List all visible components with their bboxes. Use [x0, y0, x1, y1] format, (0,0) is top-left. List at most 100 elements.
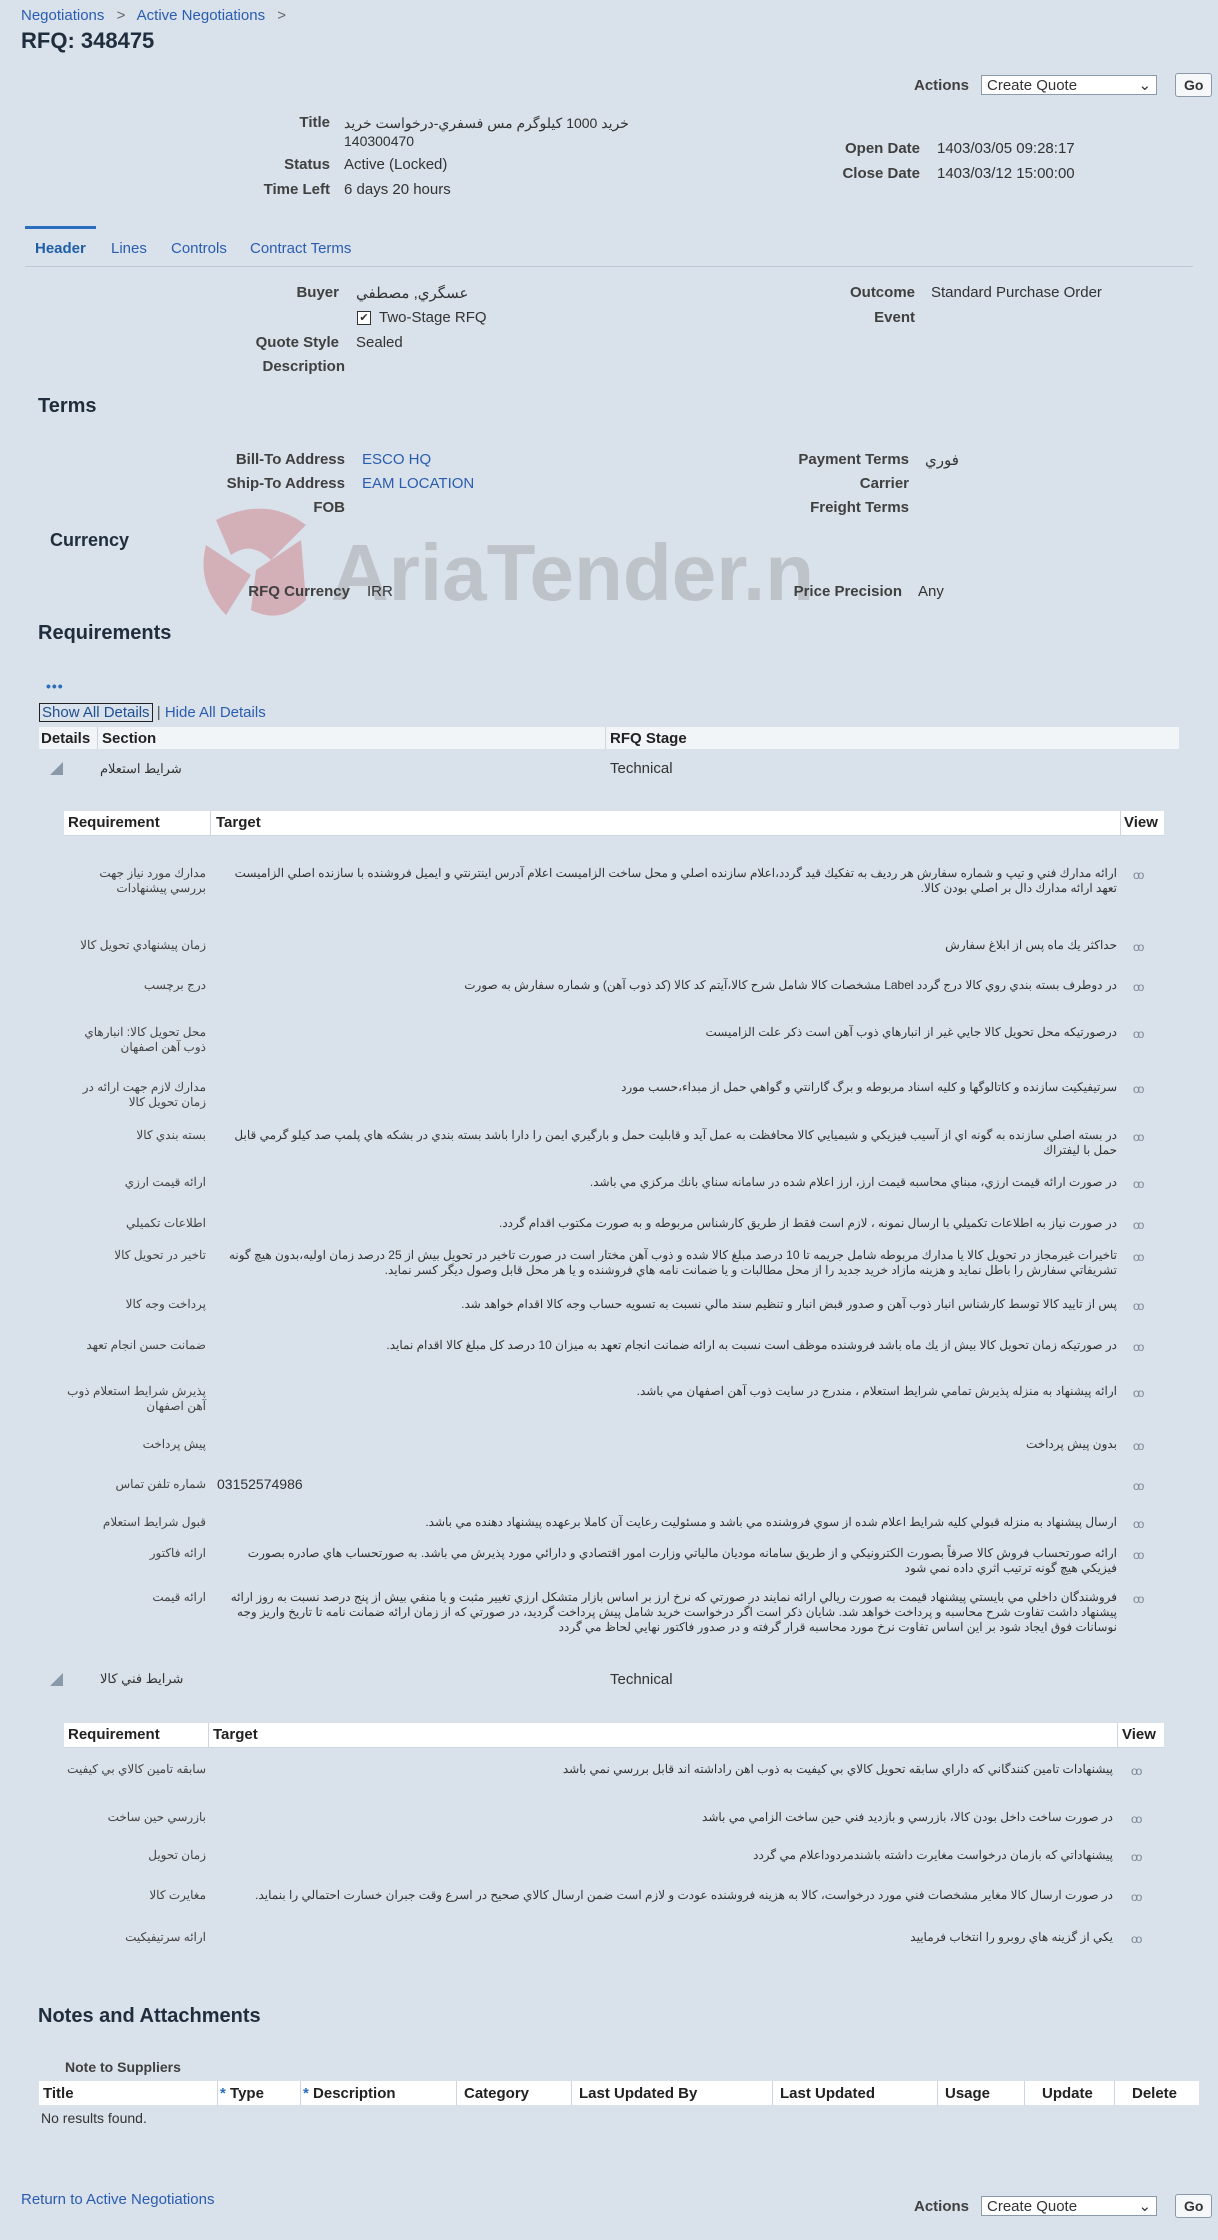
payment-terms-value: فوري — [925, 452, 959, 469]
requirement-name: پرداخت وجه كالا — [125, 1297, 206, 1311]
view-icon[interactable]: oo — [1133, 1250, 1144, 1264]
close-date-value: 1403/03/12 15:00:00 — [937, 165, 1075, 182]
col-type: * Type — [220, 2085, 264, 2102]
requirement-target: بدون پيش پرداخت — [1025, 1437, 1117, 1451]
requirement-target: تاخيرات غيرمجاز در تحويل كالا يا مدارك م… — [228, 1248, 1117, 1277]
view-icon[interactable]: oo — [1131, 1890, 1142, 1904]
tab-lines[interactable]: Lines — [111, 240, 147, 257]
rfq-currency-label: RFQ Currency — [248, 583, 350, 600]
view-icon[interactable]: oo — [1133, 1130, 1144, 1144]
requirement-target: يكي از گزينه هاي روبرو را انتخاب فرماييد — [910, 1930, 1113, 1944]
col-divider — [1024, 2081, 1025, 2105]
col-divider — [210, 811, 211, 835]
no-results-text: No results found. — [41, 2110, 147, 2126]
status-label: Status — [284, 156, 330, 173]
col-divider — [772, 2081, 773, 2105]
requirements-heading: Requirements — [38, 622, 172, 644]
actions-select-value: Create Quote — [987, 76, 1078, 94]
quote-style-value: Sealed — [356, 334, 403, 351]
quote-style-label: Quote Style — [255, 334, 339, 351]
col-divider — [1117, 1723, 1118, 1747]
hide-all-details-link[interactable]: Hide All Details — [165, 704, 266, 721]
view-icon[interactable]: oo — [1133, 980, 1144, 994]
breadcrumb-separator: > — [277, 7, 287, 24]
view-icon[interactable]: oo — [1133, 1439, 1144, 1453]
go-button[interactable]: Go — [1175, 2194, 1213, 2218]
breadcrumb-active-negotiations-link[interactable]: Active Negotiations — [137, 7, 265, 24]
tab-bar: Header Lines Controls Contract Terms — [25, 226, 1193, 267]
details-separator: | — [156, 704, 161, 721]
actions-select[interactable]: Create Quote ⌄ — [981, 2196, 1158, 2216]
breadcrumb-negotiations-link[interactable]: Negotiations — [21, 7, 104, 24]
tab-header[interactable]: Header — [35, 240, 86, 257]
view-icon[interactable]: oo — [1131, 1932, 1142, 1946]
view-icon[interactable]: oo — [1133, 1299, 1144, 1313]
col-description: * Description — [303, 2085, 396, 2102]
tab-contract-terms[interactable]: Contract Terms — [250, 240, 351, 257]
requirement-target: در دوطرف بسته بندي روي كالا درج گردد Lab… — [464, 978, 1117, 992]
return-to-active-negotiations-link[interactable]: Return to Active Negotiations — [21, 2191, 214, 2208]
requirement-target: درصورتيكه محل تحويل كالا جايي غير از انب… — [705, 1025, 1117, 1039]
two-stage-rfq: ✔ Two-Stage RFQ — [357, 309, 487, 326]
view-icon[interactable]: oo — [1133, 1386, 1144, 1400]
actions-label: Actions — [914, 2197, 970, 2215]
view-icon[interactable]: oo — [1133, 1218, 1144, 1232]
page-title: RFQ: 348475 — [21, 28, 155, 53]
col-divider — [605, 727, 606, 749]
view-icon[interactable]: oo — [1133, 1082, 1144, 1096]
event-label: Event — [874, 309, 915, 326]
ship-to-label: Ship-To Address — [226, 475, 345, 492]
two-stage-checkbox[interactable]: ✔ — [357, 310, 371, 325]
requirement-target: در بسته اصلي سازنده به گونه اي از آسيب ف… — [234, 1128, 1117, 1157]
watermark-logo-icon: AriaTender.neT — [203, 508, 908, 617]
view-icon[interactable]: oo — [1133, 1340, 1144, 1354]
requirement-target: ارائه صورتحساب فروش كالا صرفاً بصورت الك… — [247, 1546, 1117, 1575]
requirement-name: زمان تحويل — [148, 1848, 206, 1862]
view-icon[interactable]: oo — [1133, 1548, 1144, 1562]
requirement-target: حداكثر يك ماه پس از ابلاغ سفارش — [945, 938, 1117, 952]
col-divider — [208, 1723, 209, 1747]
tab-controls[interactable]: Controls — [171, 240, 227, 257]
requirement-name: ضمانت حسن انجام تعهد — [86, 1338, 206, 1352]
watermark: AriaTender.neT — [196, 500, 908, 640]
ship-to-link[interactable]: EAM LOCATION — [362, 475, 474, 492]
view-icon[interactable]: oo — [1133, 1027, 1144, 1041]
more-options-icon[interactable]: ••• — [46, 678, 64, 694]
description-label: Description — [262, 358, 345, 375]
title-value-line2: 140300470 — [344, 133, 415, 149]
col-view: View — [1122, 1726, 1156, 1743]
requirement-name: قبول شرايط استعلام — [102, 1515, 206, 1529]
buyer-value: عسگري, مصطفي — [356, 285, 469, 302]
requirement-name: درج برچسب — [143, 978, 206, 992]
col-usage: Usage — [945, 2085, 991, 2102]
requirement-name: بازرسي حين ساخت — [107, 1810, 206, 1824]
view-icon[interactable]: oo — [1133, 1517, 1144, 1531]
view-icon[interactable]: oo — [1131, 1850, 1142, 1864]
view-icon[interactable]: oo — [1133, 1592, 1144, 1606]
col-divider — [1120, 811, 1121, 835]
view-icon[interactable]: oo — [1131, 1764, 1142, 1778]
collapse-section-1-icon[interactable] — [50, 762, 63, 775]
show-all-details-link[interactable]: Show All Details — [39, 703, 153, 722]
requirement-name: تاخير در تحويل كالا — [114, 1248, 206, 1262]
view-icon[interactable]: oo — [1133, 1479, 1144, 1493]
col-view: View — [1124, 814, 1158, 831]
bill-to-link[interactable]: ESCO HQ — [362, 451, 431, 468]
price-precision-value: Any — [918, 583, 944, 600]
actions-select[interactable]: Create Quote ⌄ — [981, 75, 1158, 95]
col-divider — [300, 2081, 301, 2105]
col-divider — [1114, 2081, 1115, 2105]
go-button[interactable]: Go — [1175, 73, 1213, 97]
requirement-name: اطلاعات تكميلي — [126, 1216, 206, 1230]
two-stage-label: Two-Stage RFQ — [379, 309, 487, 326]
attachments-table-header: Title * Type * Description Category Last… — [39, 2081, 1199, 2105]
view-icon[interactable]: oo — [1133, 1177, 1144, 1191]
collapse-section-2-icon[interactable] — [50, 1673, 63, 1686]
col-title: Title — [43, 2085, 74, 2102]
details-toggle: Show All Details | Hide All Details — [39, 703, 266, 722]
view-icon[interactable]: oo — [1131, 1812, 1142, 1826]
view-icon[interactable]: oo — [1133, 868, 1144, 882]
col-divider — [97, 727, 98, 749]
section-1-subtable-header: Requirement Target View — [64, 811, 1164, 836]
view-icon[interactable]: oo — [1133, 940, 1144, 954]
